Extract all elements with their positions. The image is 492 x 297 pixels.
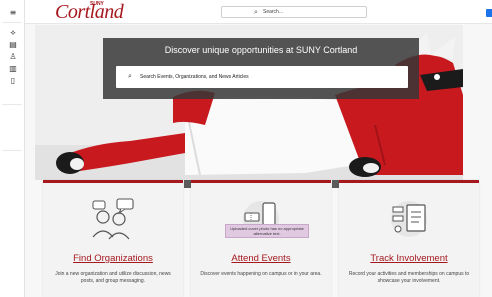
hero-search-field[interactable]: ⌕ Search Events, Organizations, and News…: [116, 66, 408, 88]
divider: [2, 22, 22, 23]
calendar-icon[interactable]: ▤: [8, 40, 18, 50]
sparkle-icon[interactable]: ⟡: [8, 28, 18, 38]
alt-text-warning-tooltip: Uploaded cover photo has no appropriate …: [225, 224, 309, 238]
people-chat-icon: [92, 198, 134, 240]
divider: [184, 180, 191, 188]
hero-search-placeholder: Search Events, Organizations, and News A…: [140, 74, 249, 80]
hero-overlay: Discover unique opportunities at SUNY Co…: [103, 38, 419, 99]
search-icon: ⌕: [128, 73, 132, 80]
divider: [2, 104, 22, 105]
document-icon[interactable]: ▯: [8, 76, 18, 86]
hero-banner: Discover unique opportunities at SUNY Co…: [35, 25, 463, 180]
logo-suny-mark: SUNY: [90, 1, 104, 7]
card-description: Record your activities and memberships o…: [348, 271, 470, 284]
cortland-logo[interactable]: Cortland SUNY: [55, 1, 124, 22]
top-search-field[interactable]: ⌕ Search...: [221, 6, 367, 18]
left-nav-rail: ≡ ⟡ ▤ ♙ ▥ ▯: [0, 0, 25, 297]
account-button[interactable]: [486, 9, 492, 17]
hero-headline: Discover unique opportunities at SUNY Co…: [164, 45, 358, 55]
page: { "header": { "logo_text": "Cortland", "…: [0, 0, 492, 297]
top-bar: Cortland SUNY ⌕ Search...: [25, 0, 492, 24]
card-description: Join a new organization and utilize disc…: [55, 271, 171, 284]
find-organizations-card[interactable]: Find Organizations Join a new organizati…: [43, 180, 183, 297]
search-icon: ⌕: [254, 9, 258, 16]
clipboard-involvement-icon: [391, 201, 427, 237]
track-involvement-card[interactable]: Track Involvement Record your activities…: [339, 180, 479, 297]
organizations-icon[interactable]: ♙: [8, 52, 18, 62]
card-title[interactable]: Find Organizations: [43, 253, 183, 265]
divider: [332, 180, 339, 188]
card-title[interactable]: Track Involvement: [339, 253, 479, 265]
top-search-placeholder: Search...: [263, 9, 284, 15]
attend-events-card[interactable]: Uploaded cover photo has no appropriate …: [191, 180, 331, 297]
card-description: Discover events happening on campus or i…: [200, 271, 322, 277]
menu-icon[interactable]: ≡: [8, 8, 18, 18]
news-icon[interactable]: ▥: [8, 64, 18, 74]
card-title[interactable]: Attend Events: [191, 253, 331, 265]
divider: [2, 150, 22, 151]
